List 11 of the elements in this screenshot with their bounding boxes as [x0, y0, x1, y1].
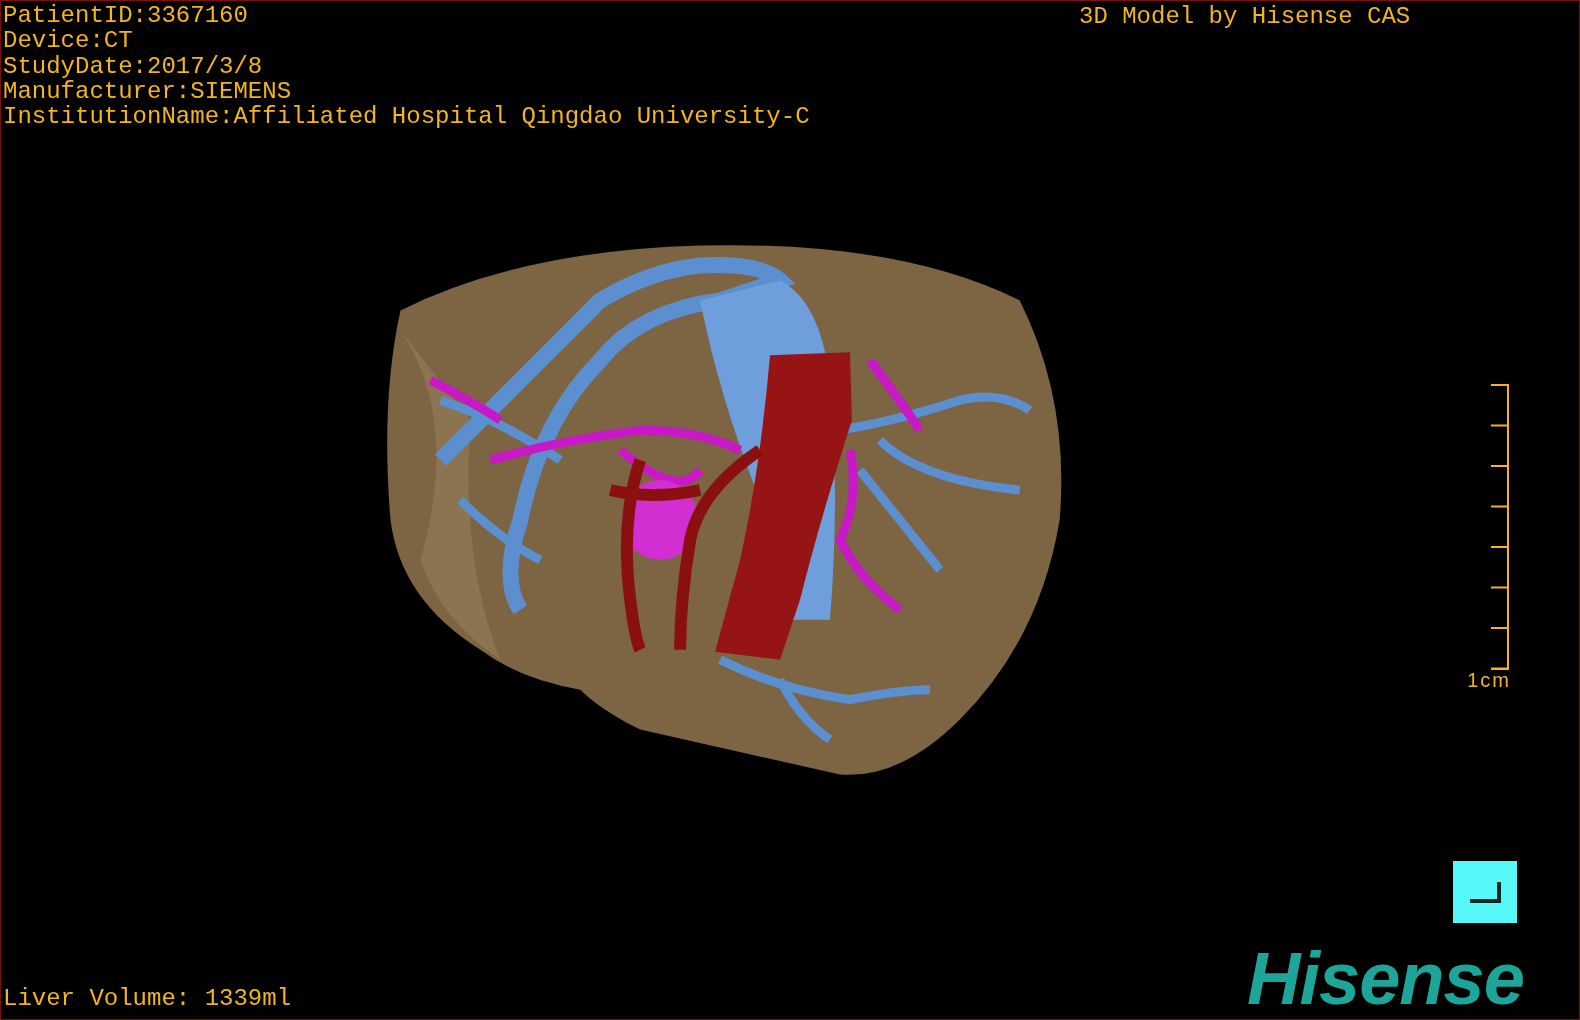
info-text: PatientID:3367160	[3, 3, 249, 29]
corner-button[interactable]	[1453, 861, 1517, 923]
scale-label: 1cm	[1466, 670, 1511, 690]
liver-volume: Liver Volume: 1339ml	[3, 986, 292, 1012]
info-text: InstitutionName:Affiliated Hospital Qingdao University-C	[3, 104, 810, 130]
logo: Hisense	[1247, 939, 1524, 1019]
model-credit: 3D Model by Hisense CAS	[1079, 4, 1411, 30]
info-text: Manufacturer:SIEMENS	[3, 78, 293, 105]
corner-icon	[1468, 880, 1502, 904]
info-text: StudyDate:2017/3/8	[3, 53, 264, 79]
info-text: Device:CT	[3, 28, 134, 54]
